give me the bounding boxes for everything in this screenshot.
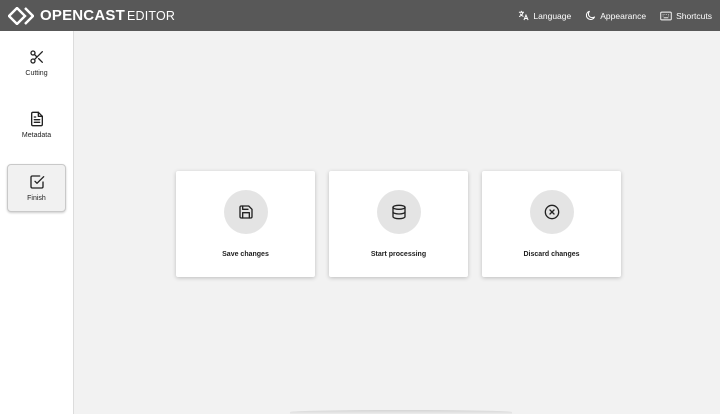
icon-circle [529,190,574,234]
shortcuts-button[interactable]: Shortcuts [660,11,712,21]
icon-circle [376,190,421,234]
top-bar: OPENCAST EDITOR Language Appearance Shor… [0,0,720,31]
logo-text-sub: EDITOR [126,8,176,23]
document-icon [30,111,43,127]
checkbox-icon [29,175,44,189]
database-icon [391,204,406,220]
scissors-icon [29,50,43,64]
sidebar-item-finish[interactable]: Finish [7,164,66,212]
icon-circle [223,190,268,234]
keyboard-icon [660,11,672,20]
sidebar-item-label: Finish [27,195,46,202]
appearance-button[interactable]: Appearance [585,10,646,21]
sidebar: Cutting Metadata Finish [0,31,74,414]
moon-icon [586,10,596,20]
logo-text-main: OPENCAST [40,7,125,24]
sidebar-item-cutting[interactable]: Cutting [7,45,66,93]
language-button[interactable]: Language [518,10,571,21]
x-circle-icon [544,204,559,220]
translate-icon [519,10,529,21]
card-label: Save changes [222,251,269,258]
top-nav: Language Appearance Shortcuts [504,10,712,21]
start-processing-button[interactable]: Start processing [329,171,468,277]
opencast-logo-icon [8,6,34,25]
card-label: Start processing [370,251,427,258]
card-label: Discard changes [523,251,580,258]
shortcuts-label: Shortcuts [676,10,712,21]
save-changes-button[interactable]: Save changes [176,171,315,277]
discard-changes-button[interactable]: Discard changes [482,171,621,277]
bottom-panel-shadow [290,410,512,414]
sidebar-item-label: Cutting [25,70,48,77]
language-label: Language [533,10,572,21]
sidebar-item-label: Metadata [21,132,52,139]
sidebar-item-metadata[interactable]: Metadata [7,107,66,155]
opencast-editor-logo[interactable]: OPENCAST EDITOR [8,0,175,31]
appearance-label: Appearance [600,10,647,21]
save-icon [238,205,253,219]
